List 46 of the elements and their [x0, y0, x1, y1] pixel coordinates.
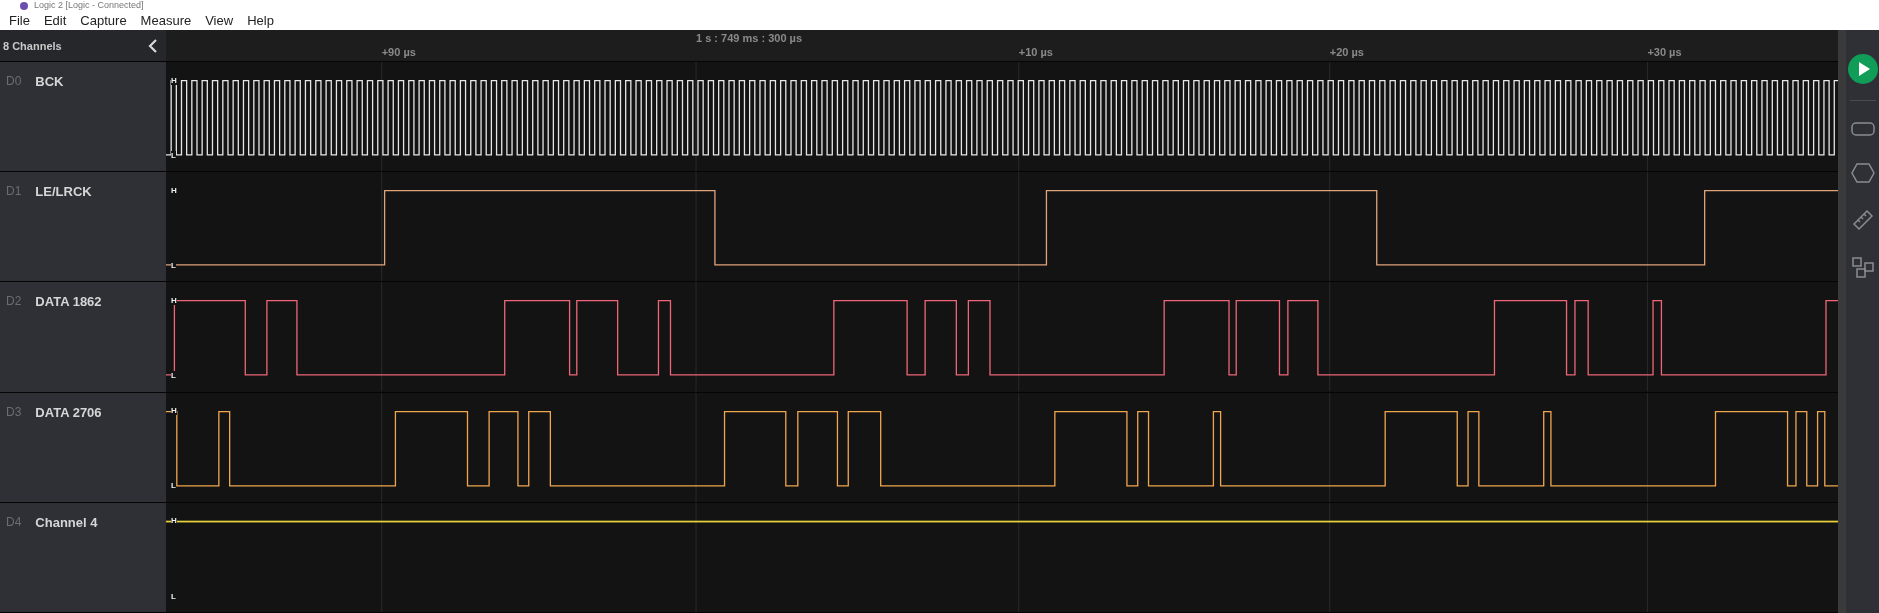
menu-item[interactable]: File — [2, 13, 37, 28]
menu-item[interactable]: Capture — [73, 13, 134, 28]
channel-id: D0 — [6, 74, 22, 88]
channel-name: DATA 2706 — [35, 404, 102, 420]
channel-name: LE/LRCK — [35, 184, 92, 200]
app-icon — [20, 1, 28, 10]
channel-id: D4 — [6, 514, 22, 529]
channel-name: Channel 4 — [35, 514, 98, 530]
menu-item[interactable]: Help — [240, 13, 281, 28]
channel-label-panel[interactable]: D2 DATA 1862 — [0, 282, 166, 392]
ruler-icon[interactable] — [1851, 209, 1874, 231]
level-label: L — [171, 371, 176, 381]
channel-name: DATA 1862 — [35, 294, 102, 310]
level-label: H — [171, 75, 177, 85]
level-label: L — [171, 481, 176, 491]
squares-icon[interactable] — [1851, 257, 1874, 279]
time-tick-label: +10 µs — [1018, 46, 1053, 58]
time-tick-label: +20 µs — [1329, 46, 1364, 58]
channel-label-panel[interactable]: D1 LE/LRCK — [0, 172, 166, 282]
level-label: L — [171, 591, 176, 601]
hexagon-icon[interactable] — [1850, 163, 1875, 183]
scrollbar[interactable] — [1838, 30, 1846, 613]
level-label: L — [171, 150, 176, 160]
channel-id: D1 — [6, 184, 22, 199]
channel-label-panel[interactable]: D3 DATA 2706 — [0, 392, 166, 502]
time-marker-label: 1 s : 749 ms : 300 µs — [696, 32, 803, 44]
channels-title: 8 Channels — [3, 39, 62, 52]
level-label: H — [171, 406, 177, 416]
level-label: L — [171, 261, 176, 270]
menu-item[interactable]: Edit — [36, 13, 74, 28]
channel-name: BCK — [35, 74, 64, 89]
channel-label-panel[interactable]: D4 Channel 4 — [0, 502, 166, 612]
menu-item[interactable]: View — [198, 13, 241, 28]
level-label: H — [171, 185, 177, 195]
channel-id: D3 — [6, 404, 22, 419]
channel-label-panel[interactable]: D0 BCK — [0, 62, 166, 172]
time-tick-label: +90 µs — [381, 46, 416, 58]
time-tick-label: +30 µs — [1647, 46, 1682, 58]
channel-id: D2 — [6, 294, 22, 309]
play-button[interactable] — [1847, 54, 1878, 84]
window-title: Logic 2 [Logic - Connected] — [34, 0, 144, 11]
collapse-icon[interactable] — [148, 38, 158, 53]
level-label: H — [171, 295, 177, 305]
menu-item[interactable]: Measure — [133, 13, 199, 28]
rounded-rectangle-icon[interactable] — [1850, 121, 1875, 137]
level-label: H — [171, 516, 177, 526]
